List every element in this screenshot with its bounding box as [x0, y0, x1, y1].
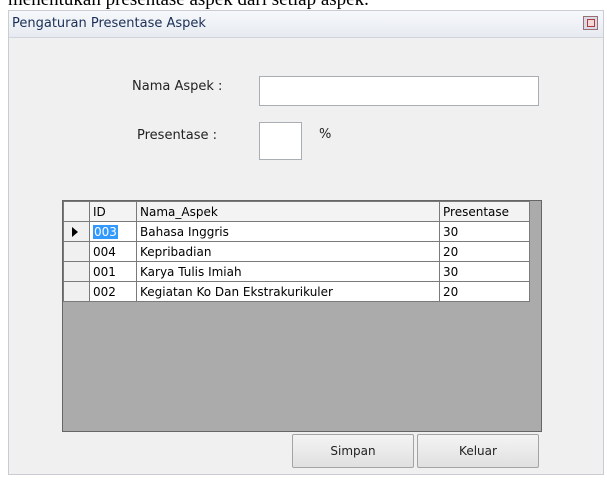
aspek-data-grid[interactable]: ID Nama_Aspek Presentase 003 Bahasa Ingg…: [62, 200, 542, 432]
cell-id[interactable]: 001: [89, 261, 137, 282]
table-row[interactable]: 003 Bahasa Inggris 30: [63, 221, 530, 242]
aspek-table: ID Nama_Aspek Presentase 003 Bahasa Ingg…: [63, 201, 530, 302]
cell-nama-aspek[interactable]: Kepribadian: [136, 241, 440, 262]
close-button[interactable]: [583, 16, 598, 30]
table-row[interactable]: 002 Kegiatan Ko Dan Ekstrakurikuler 20: [63, 281, 530, 302]
column-header-id[interactable]: ID: [89, 201, 137, 222]
row-selector-header: [63, 201, 90, 222]
cell-nama-aspek[interactable]: Karya Tulis Imiah: [136, 261, 440, 282]
nama-aspek-input[interactable]: [259, 76, 539, 106]
simpan-button[interactable]: Simpan: [292, 434, 414, 468]
cell-presentase[interactable]: 20: [439, 281, 530, 302]
row-selector[interactable]: [63, 281, 90, 302]
row-selector[interactable]: [63, 261, 90, 282]
presentase-label: Presentase :: [137, 128, 218, 143]
table-row[interactable]: 001 Karya Tulis Imiah 30: [63, 261, 530, 282]
dialog-window: Pengaturan Presentase Aspek Nama Aspek :…: [8, 10, 604, 475]
window-title: Pengaturan Presentase Aspek: [12, 16, 206, 31]
column-header-presentase[interactable]: Presentase: [439, 201, 530, 222]
table-header-row: ID Nama_Aspek Presentase: [63, 201, 530, 222]
keluar-button[interactable]: Keluar: [417, 434, 539, 468]
row-selector[interactable]: [63, 221, 90, 242]
cell-presentase[interactable]: 30: [439, 221, 530, 242]
cell-presentase[interactable]: 30: [439, 261, 530, 282]
cell-nama-aspek[interactable]: Kegiatan Ko Dan Ekstrakurikuler: [136, 281, 440, 302]
current-row-arrow-icon: [72, 226, 78, 237]
cell-nama-aspek[interactable]: Bahasa Inggris: [136, 221, 440, 242]
cell-id[interactable]: 004: [89, 241, 137, 262]
close-icon: [586, 19, 595, 27]
column-header-nama-aspek[interactable]: Nama_Aspek: [136, 201, 440, 222]
title-bar: Pengaturan Presentase Aspek: [9, 11, 603, 38]
row-selector[interactable]: [63, 241, 90, 262]
cell-id[interactable]: 002: [89, 281, 137, 302]
presentase-input[interactable]: [259, 122, 302, 160]
cell-id[interactable]: 003: [89, 221, 137, 242]
table-row[interactable]: 004 Kepribadian 20: [63, 241, 530, 262]
nama-aspek-label: Nama Aspek :: [132, 79, 223, 94]
cell-presentase[interactable]: 20: [439, 241, 530, 262]
selected-cell-text: 003: [93, 224, 118, 239]
percent-unit: %: [319, 127, 332, 142]
